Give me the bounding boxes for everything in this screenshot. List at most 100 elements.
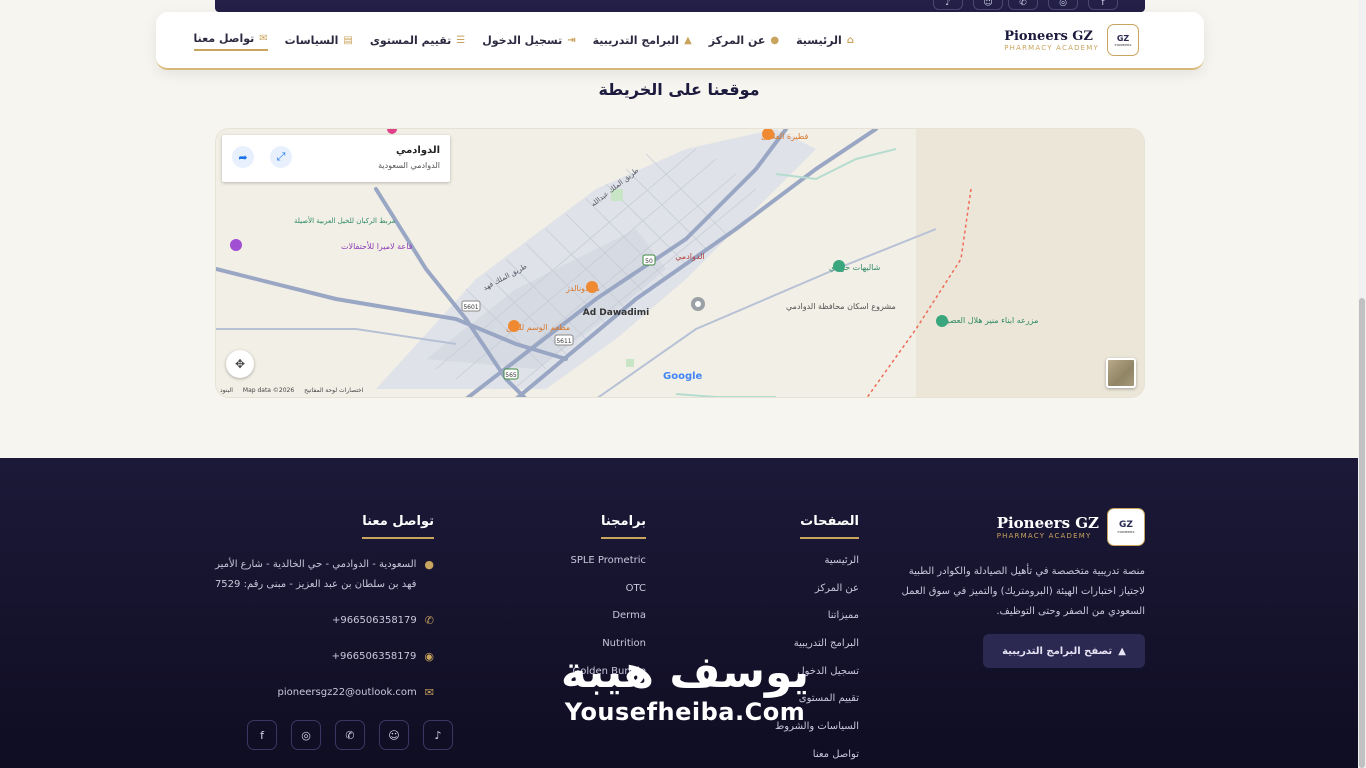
nav-assessment[interactable]: ☰ تقييم المستوى [370, 29, 465, 51]
browse-programs-label: تصفح البرامج التدريبية [1002, 645, 1113, 657]
page-scrollbar[interactable] [1358, 0, 1366, 768]
map-place-card: الدوادمي الدوادمي السعودية ⤢ ➦ [222, 135, 450, 182]
brand-name: Pioneers GZ [1004, 28, 1093, 44]
whatsapp-icon[interactable]: ✆ [1008, 0, 1038, 10]
map-place-subtitle: الدوادمي السعودية [378, 161, 440, 170]
map-label-farm: مزرعه ابناء منير هلال العصيمي [936, 316, 1038, 325]
footer-link-login[interactable]: تسجيل الدخول [775, 666, 859, 694]
map-data-label: Map data ©2026 [242, 387, 295, 394]
footer-programs-title: برامجنا [600, 514, 646, 539]
footer-address: ● السعودية - الدوادمي - حي الخالدية - شار… [214, 555, 434, 595]
restaurant-pin-icon[interactable] [508, 320, 520, 332]
nav-label: البرامج التدريبية [592, 33, 680, 47]
footer-link-about[interactable]: عن المركز [775, 583, 859, 611]
instagram-icon[interactable]: ◎ [1048, 0, 1078, 10]
footer-program-otc[interactable]: OTC [570, 583, 646, 611]
footer-phone[interactable]: ✆ +966506358179 [214, 611, 434, 631]
map-terms-link[interactable]: البنود [220, 387, 233, 394]
checklist-icon: ☰ [456, 34, 466, 46]
footer-program-nutrition[interactable]: Nutrition [570, 638, 646, 666]
footer-link-policies[interactable]: السياسات والشروط [775, 721, 859, 749]
brand-subtitle: PHARMACY ACADEMY [1004, 43, 1099, 52]
site-footer: GZ PIONEERS Pioneers GZ PHARMACY ACADEMY… [0, 458, 1358, 768]
phone-text: +966506358179 [332, 615, 417, 626]
brand[interactable]: GZ PIONEERS Pioneers GZ PHARMACY ACADEMY [1004, 24, 1139, 56]
svg-text:50: 50 [645, 258, 653, 265]
map-place-title: الدوادمي [395, 145, 440, 156]
phone-icon: ✆ [424, 614, 434, 627]
nav-label: عن المركز [708, 33, 766, 47]
graduation-cap-icon: ▲ [1118, 645, 1126, 657]
footer-link-contact[interactable]: تواصل معنا [775, 749, 859, 768]
file-icon: ▤ [343, 34, 353, 46]
login-icon: ⇥ [567, 34, 576, 46]
map-shortcuts-link[interactable]: اختصارات لوحة المفاتيح [304, 387, 363, 394]
home-icon: ⌂ [846, 34, 854, 46]
footer-contact-title: تواصل معنا [362, 514, 434, 539]
footer-link-features[interactable]: مميزاتنا [775, 610, 859, 638]
view-larger-map-icon[interactable]: ⤢ [270, 146, 292, 168]
instagram-icon[interactable]: ◎ [291, 720, 321, 750]
browse-programs-button[interactable]: ▲ تصفح البرامج التدريبية [983, 634, 1145, 668]
nav-label: السياسات [284, 33, 339, 47]
footer-program-sple[interactable]: SPLE Prometric [570, 555, 646, 583]
nav-about[interactable]: ● عن المركز [709, 29, 779, 51]
snapchat-icon[interactable]: ☺ [379, 720, 409, 750]
park-pin-icon[interactable] [936, 315, 948, 327]
nav-label: تقييم المستوى [369, 33, 452, 47]
tiktok-icon[interactable]: ♪ [933, 0, 963, 10]
nav-login[interactable]: ⇥ تسجيل الدخول [482, 29, 575, 51]
footer-brand-logo: GZ PIONEERS [1107, 508, 1145, 546]
footer-contact-column: تواصل معنا ● السعودية - الدوادمي - حي الخ… [214, 510, 434, 719]
footer-pages-column: الصفحات الرئيسية عن المركز مميزاتنا البر… [775, 510, 859, 768]
whatsapp-icon[interactable]: ✆ [335, 720, 365, 750]
directions-icon[interactable]: ➦ [232, 146, 254, 168]
nav-programs[interactable]: ▲ البرامج التدريبية [593, 29, 692, 51]
logo-subtext: PIONEERS [1114, 42, 1132, 47]
nav-label: الرئيسية [796, 33, 842, 47]
facebook-icon[interactable]: f [247, 720, 277, 750]
scrollbar-thumb[interactable] [1359, 298, 1365, 768]
tiktok-icon[interactable]: ♪ [423, 720, 453, 750]
map-satellite-toggle[interactable] [1106, 358, 1136, 388]
svg-text:5611: 5611 [556, 338, 571, 345]
whatsapp-icon: ◉ [424, 650, 434, 663]
footer-program-golden[interactable]: Golden Bundle [570, 666, 646, 694]
road-shield-5601: 5601 [461, 300, 481, 312]
footer-brand-name: Pioneers GZ [996, 514, 1099, 532]
map-label-stable: مربط الركبان للخيل العربية الأصيلة [294, 216, 396, 225]
envelope-icon: ✉ [424, 686, 434, 699]
footer-description: منصة تدريبية متخصصة في تأهيل الصيادلة وا… [901, 566, 1145, 617]
map-label-housing: مشروع اسكان محافظة الدوادمي [786, 302, 896, 311]
restaurant-pin-icon[interactable] [586, 281, 598, 293]
top-social-bar: f ◎ ✆ ☺ ♪ [215, 0, 1145, 12]
map-label-dawadimi-ar: الدوادمي [675, 252, 704, 261]
logo-text: GZ [1116, 33, 1130, 43]
footer-programs-column: برامجنا SPLE Prometric OTC Derma Nutriti… [570, 510, 646, 693]
footer-program-derma[interactable]: Derma [570, 610, 646, 638]
main-navbar: GZ PIONEERS Pioneers GZ PHARMACY ACADEMY… [156, 12, 1204, 70]
map-attribution: البنود Map data ©2026 اختصارات لوحة المف… [220, 387, 363, 394]
facebook-icon[interactable]: f [1088, 0, 1118, 10]
google-logo-text: Google [663, 371, 703, 382]
nav-policies[interactable]: ▤ السياسات [285, 29, 353, 51]
google-logo: Google [663, 371, 702, 382]
nav-home[interactable]: ⌂ الرئيسية [796, 29, 854, 51]
footer-email[interactable]: ✉ pioneersgz22@outlook.com [214, 683, 434, 703]
park-pin-icon[interactable] [833, 260, 845, 272]
footer-link-home[interactable]: الرئيسية [775, 555, 859, 583]
map-fullscreen-icon[interactable]: ✥ [226, 350, 254, 378]
footer-whatsapp[interactable]: ◉ +966506358179 [214, 647, 434, 667]
email-text: pioneersgz22@outlook.com [277, 687, 417, 698]
svg-text:5601: 5601 [463, 304, 478, 311]
embedded-map[interactable]: 50 5601 5611 565 Ad Dawadimi الدوادمي ما… [215, 128, 1145, 398]
map-marker-icon: ● [424, 558, 434, 571]
nav-contact[interactable]: ✉ تواصل معنا [193, 29, 268, 51]
footer-link-assessment[interactable]: تقييم المستوى [775, 693, 859, 721]
venue-pin-icon[interactable] [230, 239, 242, 251]
footer-brand[interactable]: GZ PIONEERS Pioneers GZ PHARMACY ACADEMY [997, 508, 1145, 546]
footer-link-programs[interactable]: البرامج التدريبية [775, 638, 859, 666]
footer-socials: ♪ ☺ ✆ ◎ f [247, 720, 453, 750]
road-shield-565: 565 [503, 368, 519, 380]
snapchat-icon[interactable]: ☺ [973, 0, 1003, 10]
